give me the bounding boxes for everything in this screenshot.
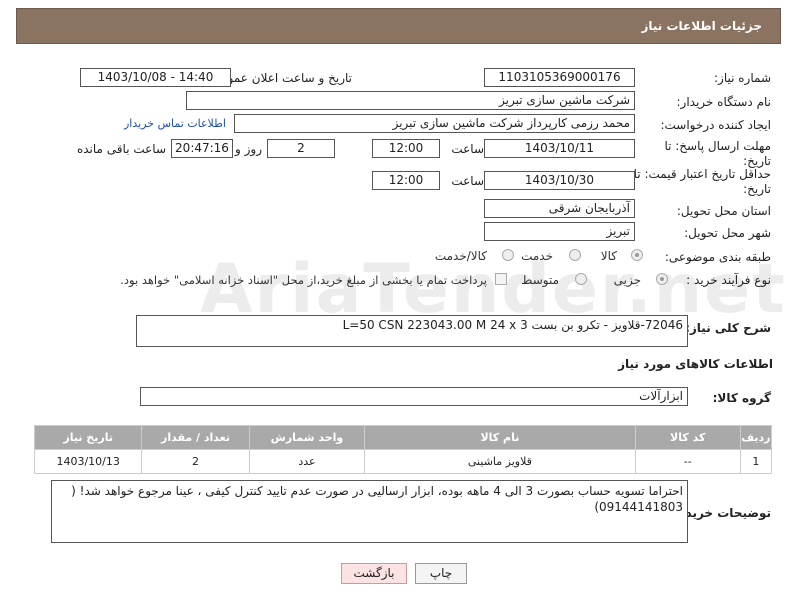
buyer-label: نام دستگاه خریدار: (676, 95, 772, 109)
col-date: تاریخ نیاز (33, 425, 143, 450)
cell-qty: 2 (141, 449, 250, 474)
back-button[interactable]: بازگشت (341, 563, 407, 584)
category-both-radio[interactable] (502, 249, 514, 261)
process-minor-radio[interactable] (656, 273, 668, 285)
cell-unit: عدد (248, 449, 366, 474)
col-unit: واحد شمارش (248, 425, 366, 450)
validity-time-field: 12:00 (372, 171, 440, 190)
table-row: 1 -- قلاویز ماشینی عدد 2 1403/10/13 (33, 449, 773, 474)
description-field: 72046-قلاویز - تکرو بن بست L=50 CSN 2230… (136, 315, 688, 347)
city-label: شهر محل تحویل: (684, 226, 771, 240)
creator-field: محمد رزمی کارپرداز شرکت ماشین سازی تبریز (234, 114, 635, 133)
deadline-label: مهلت ارسال پاسخ: تا تاریخ: (664, 139, 771, 168)
announce-field: 1403/10/08 - 14:40 (80, 68, 231, 87)
deadline-date-field: 1403/10/11 (484, 139, 635, 158)
col-name: نام کالا (364, 425, 636, 450)
process-medium-radio[interactable] (575, 273, 587, 285)
province-label: استان محل تحویل: (676, 204, 771, 218)
header-bar: جزئیات اطلاعات نیاز (16, 8, 781, 44)
need-number-field: 1103105369000176 (484, 68, 635, 87)
process-medium-label: متوسط (521, 273, 559, 287)
category-service-radio[interactable] (569, 249, 581, 261)
creator-label: ایجاد کننده درخواست: (660, 118, 771, 132)
province-field: آذربایجان شرقی (484, 199, 635, 218)
category-goods-label: کالا (600, 249, 617, 263)
treasury-payment-checkbox[interactable] (495, 273, 507, 285)
validity-label: حداقل تاریخ اعتبار قیمت: تا تاریخ: (633, 167, 771, 196)
description-label: شرح کلی نیاز: (685, 321, 771, 335)
goods-table: ردیف کد کالا نام کالا واحد شمارش تعداد /… (33, 425, 773, 474)
need-number-label: شماره نیاز: (714, 71, 771, 85)
validity-date-field: 1403/10/30 (484, 171, 635, 190)
days-label: روز و (235, 142, 262, 156)
category-label: طبقه بندی موضوعی: (664, 250, 771, 264)
goods-table-header: ردیف کد کالا نام کالا واحد شمارش تعداد /… (33, 425, 773, 450)
cell-date: 1403/10/13 (33, 449, 143, 474)
goods-section-title: اطلاعات کالاهای مورد نیاز (618, 357, 773, 371)
days-field: 2 (267, 139, 335, 158)
buyer-notes-field: احتراما تسویه حساب بصورت 3 الی 4 ماهه بو… (51, 480, 688, 543)
remaining-label: ساعت باقی مانده (76, 142, 166, 156)
category-goods-radio[interactable] (631, 249, 643, 261)
validity-hour-label: ساعت (451, 174, 484, 188)
print-button[interactable]: چاپ (415, 563, 467, 584)
col-code: کد کالا (634, 425, 741, 450)
col-row: ردیف (739, 425, 773, 450)
deadline-time-field: 12:00 (372, 139, 440, 158)
contact-info-link[interactable]: اطلاعات تماس خریدار (124, 117, 226, 130)
process-minor-label: جزیی (613, 273, 641, 287)
treasury-payment-note: پرداخت تمام یا بخشی از مبلغ خرید،از محل … (120, 273, 487, 287)
col-qty: تعداد / مقدار (141, 425, 250, 450)
remaining-time-field: 20:47:16 (171, 139, 233, 158)
process-label: نوع فرآیند خرید : (686, 273, 771, 287)
deadline-hour-label: ساعت (451, 142, 484, 156)
goods-group-field: ابزارآلات (140, 387, 688, 406)
category-service-label: خدمت (521, 249, 553, 263)
buyer-field: شرکت ماشین سازی تبریز (186, 91, 635, 110)
goods-group-label: گروه کالا: (712, 391, 771, 405)
cell-code: -- (634, 449, 741, 474)
cell-row: 1 (739, 449, 773, 474)
page-title: جزئیات اطلاعات نیاز (641, 19, 762, 33)
cell-name: قلاویز ماشینی (364, 449, 636, 474)
city-field: تبریز (484, 222, 635, 241)
category-both-label: کالا/خدمت (434, 249, 487, 263)
